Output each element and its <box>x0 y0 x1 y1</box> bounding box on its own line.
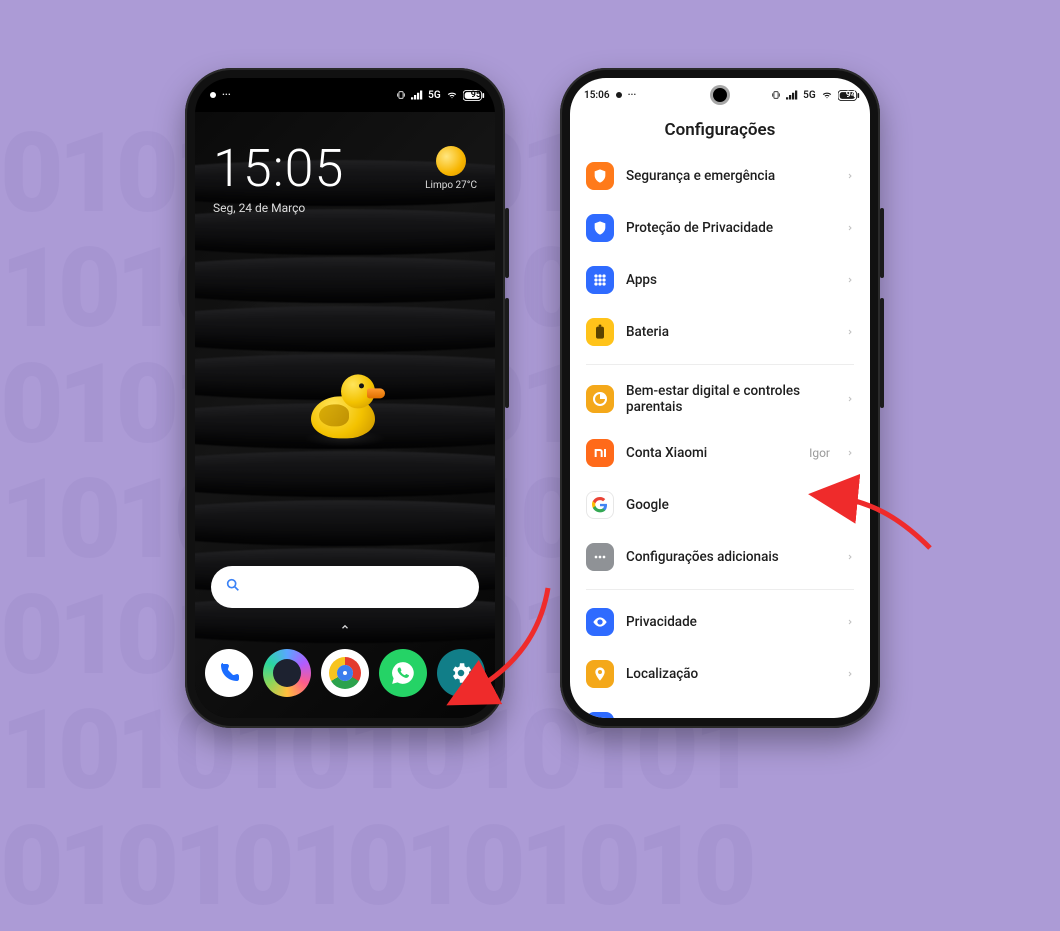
camera-notch <box>338 88 352 102</box>
shield-icon <box>586 214 614 242</box>
chevron-right-icon <box>846 219 854 238</box>
phone-app-icon[interactable] <box>205 649 253 697</box>
battery-percent: 95 <box>471 90 481 100</box>
row-privacy[interactable]: Proteção de Privacidade <box>582 202 858 254</box>
weather-widget[interactable]: Limpo 27°C <box>425 146 477 191</box>
pin-icon <box>586 660 614 688</box>
settings-app-icon[interactable] <box>437 649 485 697</box>
notification-dot-icon <box>615 91 623 99</box>
vibrate-icon <box>771 90 781 100</box>
whatsapp-app-icon[interactable] <box>379 649 427 697</box>
phone-settings: 15:06 ··· 5G <box>560 68 880 728</box>
row-security[interactable]: Segurança e emergência <box>582 150 858 202</box>
sun-icon <box>436 146 466 176</box>
status-left-text: ··· <box>628 90 637 101</box>
search-input[interactable] <box>249 579 465 595</box>
row-label: Bem-estar digital e controles parentais <box>626 383 834 415</box>
chevron-right-icon <box>846 167 854 186</box>
chat-icon <box>586 712 614 718</box>
row-battery[interactable]: Bateria <box>582 306 858 358</box>
chevron-right-icon <box>846 613 854 632</box>
signal-icon <box>411 90 423 100</box>
clock-time: 15:05 <box>213 138 344 199</box>
camera-notch <box>713 88 727 102</box>
row-label: Proteção de Privacidade <box>626 220 834 236</box>
chevron-right-icon <box>846 717 854 719</box>
separator <box>586 364 854 365</box>
row-label: Google <box>626 497 834 513</box>
battery-percent: 94 <box>846 90 856 100</box>
gallery-app-icon[interactable] <box>263 649 311 697</box>
google-icon <box>586 491 614 519</box>
search-bar[interactable] <box>211 566 479 608</box>
clock-widget[interactable]: 15:05 Seg, 24 de Março <box>213 138 344 215</box>
network-label: 5G <box>428 90 441 101</box>
settings-list[interactable]: Segurança e emergência Proteção de Privac… <box>570 150 870 718</box>
shield-icon <box>586 162 614 190</box>
row-additional[interactable]: Configurações adicionais <box>582 531 858 583</box>
home-content: 15:05 Seg, 24 de Março Limpo 27°C <box>195 112 495 718</box>
clock-date: Seg, 24 de Março <box>213 201 344 215</box>
chrome-app-icon[interactable] <box>321 649 369 697</box>
row-location[interactable]: Localização <box>582 648 858 700</box>
row-label: Privacidade <box>626 614 834 630</box>
chevron-right-icon <box>846 271 854 290</box>
row-label: Apps <box>626 272 834 288</box>
chevron-right-icon <box>846 390 854 409</box>
chevron-right-icon <box>846 496 854 515</box>
row-label: Conta Xiaomi <box>626 445 797 461</box>
row-feedback[interactable]: Feedback <box>582 700 858 718</box>
notification-dot-icon <box>209 91 217 99</box>
eye-icon <box>586 608 614 636</box>
battery-icon <box>586 318 614 346</box>
settings-title: Configurações <box>570 112 870 150</box>
wellbeing-icon <box>586 385 614 413</box>
row-privacy2[interactable]: Privacidade <box>582 596 858 648</box>
status-time: 15:06 <box>584 90 610 101</box>
tutorial-stage: ··· 5G 95 <box>0 0 1060 795</box>
row-wellbeing[interactable]: Bem-estar digital e controles parentais <box>582 371 858 427</box>
vibrate-icon <box>396 90 406 100</box>
apps-icon <box>586 266 614 294</box>
network-label: 5G <box>803 90 816 101</box>
dock <box>195 642 495 704</box>
separator <box>586 589 854 590</box>
row-label: Configurações adicionais <box>626 549 834 565</box>
row-apps[interactable]: Apps <box>582 254 858 306</box>
row-miaccount[interactable]: Conta Xiaomi Igor <box>582 427 858 479</box>
wallpaper-duck <box>305 374 385 444</box>
chevron-right-icon <box>846 665 854 684</box>
chevron-right-icon <box>846 323 854 342</box>
row-label: Bateria <box>626 324 834 340</box>
wifi-icon <box>821 90 833 100</box>
dots-icon <box>586 543 614 571</box>
row-google[interactable]: Google <box>582 479 858 531</box>
weather-text: Limpo 27°C <box>425 180 477 191</box>
chevron-right-icon <box>846 548 854 567</box>
status-left-text: ··· <box>222 90 231 101</box>
row-label: Localização <box>626 666 834 682</box>
signal-icon <box>786 90 798 100</box>
search-icon <box>225 577 249 597</box>
row-label: Segurança e emergência <box>626 168 834 184</box>
home-screen: ··· 5G 95 <box>195 78 495 718</box>
app-drawer-handle[interactable] <box>337 617 353 636</box>
settings-screen: 15:06 ··· 5G <box>570 78 870 718</box>
row-sub: Igor <box>809 446 830 460</box>
phone-home: ··· 5G 95 <box>185 68 505 728</box>
mi-icon <box>586 439 614 467</box>
wifi-icon <box>446 90 458 100</box>
chevron-right-icon <box>846 444 854 463</box>
